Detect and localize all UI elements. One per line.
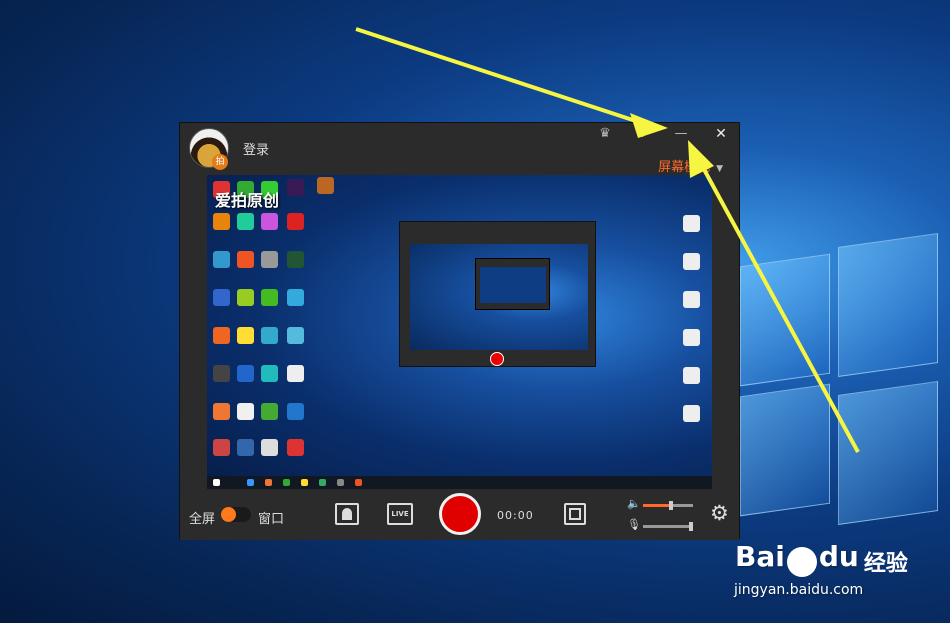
- avatar-badge: 拍: [212, 154, 228, 170]
- microphone-volume-fill: [643, 525, 691, 528]
- baidu-logo-text-2: du: [818, 540, 859, 573]
- baidu-logo-text: Bai: [735, 540, 785, 573]
- webcam-icon: [342, 508, 352, 520]
- mode-label: 屏幕模式: [658, 160, 711, 175]
- video-list-button[interactable]: [564, 503, 586, 525]
- camera-button[interactable]: [335, 503, 359, 525]
- speaker-volume-fill: [643, 504, 671, 507]
- speaker-volume-thumb[interactable]: [668, 501, 673, 510]
- record-button[interactable]: [439, 493, 481, 535]
- speaker-icon: 🔈: [627, 497, 641, 510]
- chevron-down-icon: ▼: [716, 164, 723, 174]
- speaker-volume-slider[interactable]: [643, 501, 693, 510]
- baidu-paw-icon: [786, 546, 817, 577]
- title-bar: 拍 登录 ♛ ? — ✕ 屏幕模式 ▼: [180, 123, 739, 175]
- screen-preview: 爱拍原创: [207, 175, 712, 489]
- nested-recorder-preview: [399, 221, 596, 367]
- vip-icon[interactable]: ♛: [594, 125, 616, 143]
- settings-gear-icon[interactable]: ⚙: [710, 501, 729, 525]
- mode-dropdown[interactable]: 屏幕模式 ▼: [658, 156, 723, 175]
- microphone-volume-thumb[interactable]: [688, 522, 693, 531]
- control-bar: 全屏 窗口 LIVE 00:00 🔈 🎙 ⚙: [180, 489, 739, 540]
- microphone-volume-slider[interactable]: [643, 522, 693, 531]
- aipai-watermark: 爱拍原创: [215, 191, 280, 210]
- fullscreen-label: 全屏: [189, 512, 216, 527]
- login-link[interactable]: 登录: [243, 139, 269, 158]
- window-label: 窗口: [258, 512, 285, 527]
- baidu-logo: Bai du 经验: [735, 540, 935, 580]
- avatar[interactable]: 拍: [189, 128, 229, 170]
- live-button[interactable]: LIVE: [387, 503, 413, 525]
- toggle-knob: [221, 507, 236, 522]
- baidu-url: jingyan.baidu.com: [734, 582, 864, 598]
- film-icon: [569, 508, 581, 520]
- close-icon[interactable]: ✕: [710, 125, 732, 143]
- fullscreen-window-toggle[interactable]: [221, 507, 251, 522]
- preview-taskbar: [207, 476, 712, 489]
- minimize-icon[interactable]: —: [670, 125, 692, 143]
- screen-recorder-window: 拍 登录 ♛ ? — ✕ 屏幕模式 ▼ 爱拍原创 全屏 窗口 LIVE 00:0…: [179, 122, 740, 540]
- microphone-icon: 🎙: [627, 518, 641, 531]
- record-timer: 00:00: [497, 509, 534, 522]
- live-icon: LIVE: [391, 510, 409, 518]
- help-icon[interactable]: ?: [632, 125, 654, 143]
- jingyan-label: 经验: [863, 551, 908, 577]
